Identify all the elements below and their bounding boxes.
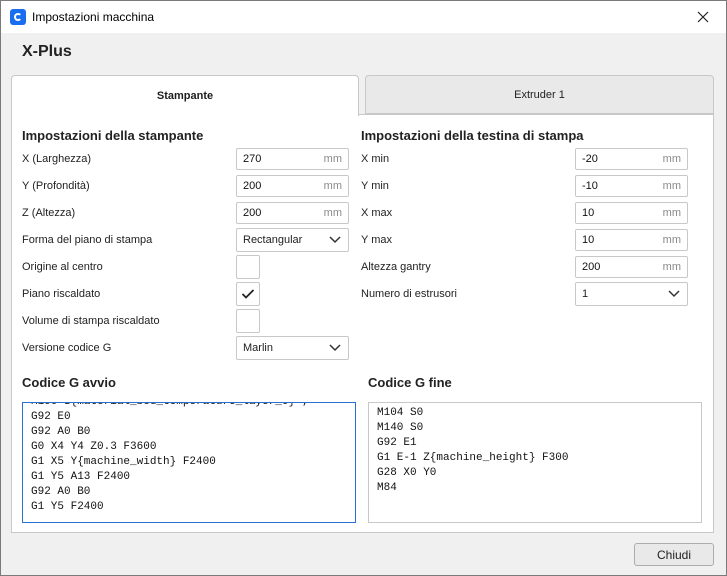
gcode-flavor-label: Versione codice G: [22, 342, 112, 354]
y-max-unit: mm: [662, 234, 681, 246]
tab-printer[interactable]: Stampante: [11, 75, 359, 116]
cura-app-icon: [10, 9, 26, 25]
heated-bed-label: Piano riscaldato: [22, 288, 101, 300]
height-value: 200: [243, 207, 262, 219]
printer-settings-title: Impostazioni della stampante: [22, 128, 204, 143]
code-line: G1 Y5 A13 F2400: [31, 471, 131, 483]
code-line: G28 X0 Y0: [377, 467, 437, 479]
close-icon: [697, 11, 709, 23]
gantry-height-unit: mm: [662, 261, 681, 273]
code-line: G92 E0: [31, 411, 71, 423]
code-line: G92 E1: [377, 437, 417, 449]
tab-extruder-1[interactable]: Extruder 1: [365, 75, 714, 114]
y-max-value: 10: [582, 234, 595, 246]
extruder-count-label: Numero di estrusori: [361, 288, 457, 300]
extruder-count-select[interactable]: 1: [575, 282, 688, 306]
depth-value: 200: [243, 180, 262, 192]
origin-center-checkbox[interactable]: [236, 255, 260, 279]
bed-shape-value: Rectangular: [243, 234, 303, 246]
code-line: M190 S{material_bed_temperature_layer_0}…: [31, 402, 309, 408]
width-label: X (Larghezza): [22, 153, 92, 165]
depth-unit: mm: [323, 180, 342, 192]
bed-shape-label: Forma del piano di stampa: [22, 234, 153, 246]
x-min-unit: mm: [662, 153, 681, 165]
extruder-count-value: 1: [582, 288, 589, 300]
chevron-down-icon: [322, 344, 348, 352]
code-line: M104 S0: [377, 407, 424, 419]
width-unit: mm: [323, 153, 342, 165]
start-gcode-editor[interactable]: M190 S{material_bed_temperature_layer_0}…: [22, 402, 356, 523]
start-gcode-title: Codice G avvio: [22, 375, 116, 390]
chevron-down-icon: [661, 290, 687, 298]
width-value: 270: [243, 153, 262, 165]
printhead-settings-title: Impostazioni della testina di stampa: [361, 128, 584, 143]
x-max-value: 10: [582, 207, 595, 219]
heated-bed-checkbox[interactable]: [236, 282, 260, 306]
close-button[interactable]: Chiudi: [634, 543, 714, 566]
bed-shape-select[interactable]: Rectangular: [236, 228, 349, 252]
heated-volume-label: Volume di stampa riscaldato: [22, 315, 160, 327]
chevron-down-icon: [322, 236, 348, 244]
y-min-field[interactable]: -10 mm: [575, 175, 688, 197]
y-max-label: Y max: [361, 234, 392, 246]
gcode-flavor-select[interactable]: Marlin: [236, 336, 349, 360]
code-line: M140 S0: [377, 422, 424, 434]
y-min-label: Y min: [361, 180, 389, 192]
x-max-label: X max: [361, 207, 393, 219]
end-gcode-title: Codice G fine: [368, 375, 452, 390]
x-max-field[interactable]: 10 mm: [575, 202, 688, 224]
title-bar: Impostazioni macchina: [1, 1, 726, 33]
height-field[interactable]: 200 mm: [236, 202, 349, 224]
end-gcode-editor[interactable]: M104 S0 M140 S0 G92 E1 G1 E-1 Z{machine_…: [368, 402, 702, 523]
gantry-height-value: 200: [582, 261, 601, 273]
heated-volume-checkbox[interactable]: [236, 309, 260, 333]
checkmark-icon: [241, 289, 255, 299]
x-min-label: X min: [361, 153, 390, 165]
gantry-height-field[interactable]: 200 mm: [575, 256, 688, 278]
code-line: G0 X4 Y4 Z0.3 F3600: [31, 441, 157, 453]
height-label: Z (Altezza): [22, 207, 76, 219]
depth-label: Y (Profondità): [22, 180, 90, 192]
code-line: G1 Y5 F2400: [31, 501, 104, 513]
code-line: G92 A0 B0: [31, 486, 91, 498]
close-window-button[interactable]: [680, 1, 726, 33]
gcode-flavor-value: Marlin: [243, 342, 273, 354]
window-title: Impostazioni macchina: [32, 10, 155, 24]
code-line: G1 E-1 Z{machine_height} F300: [377, 452, 569, 464]
x-max-unit: mm: [662, 207, 681, 219]
x-min-value: -20: [582, 153, 598, 165]
code-line: G1 X5 Y{machine_width} F2400: [31, 456, 216, 468]
x-min-field[interactable]: -20 mm: [575, 148, 688, 170]
code-line: M84: [377, 482, 397, 494]
code-line: G92 A0 B0: [31, 426, 91, 438]
gantry-height-label: Altezza gantry: [361, 261, 431, 273]
height-unit: mm: [323, 207, 342, 219]
y-min-unit: mm: [662, 180, 681, 192]
depth-field[interactable]: 200 mm: [236, 175, 349, 197]
printer-name: X-Plus: [22, 43, 72, 60]
width-field[interactable]: 270 mm: [236, 148, 349, 170]
machine-settings-dialog: Impostazioni macchina X-Plus Stampante E…: [0, 0, 727, 576]
origin-center-label: Origine al centro: [22, 261, 103, 273]
y-max-field[interactable]: 10 mm: [575, 229, 688, 251]
y-min-value: -10: [582, 180, 598, 192]
